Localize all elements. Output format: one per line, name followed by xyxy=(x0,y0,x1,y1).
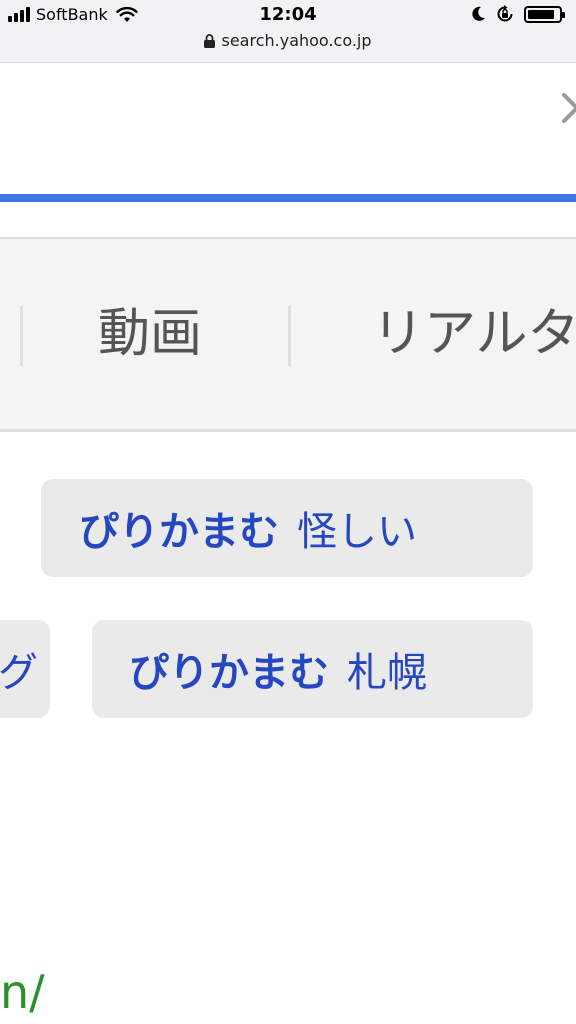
clear-icon[interactable] xyxy=(556,89,576,129)
suggestion-chip[interactable]: ぴりかまむ 怪しい xyxy=(41,479,533,577)
suggestion-chip[interactable]: ぴりかまむ 札幌 xyxy=(92,620,533,718)
tab-video[interactable]: 動画 xyxy=(98,299,202,369)
suggestion-main-text: ぴりかまむ xyxy=(79,509,279,555)
tab-divider xyxy=(288,306,291,366)
rotation-lock-icon xyxy=(497,5,513,22)
page: SoftBank 12:04 search.yahoo.co.jp 動画 リアル… xyxy=(0,0,576,1024)
tab-strip: 動画 リアルタ xyxy=(0,237,576,432)
url-row[interactable]: search.yahoo.co.jp xyxy=(0,31,576,50)
status-bar: SoftBank 12:04 search.yahoo.co.jp xyxy=(0,0,576,63)
suggestion-partial-text: グ xyxy=(0,650,38,696)
suggestion-sub-text: 札幌 xyxy=(347,650,427,696)
suggestion-chip[interactable]: グ xyxy=(0,620,50,718)
battery-level xyxy=(528,9,554,19)
search-input[interactable] xyxy=(0,63,540,195)
search-area xyxy=(0,63,576,195)
tab-divider xyxy=(20,306,23,366)
suggestion-main-text: ぴりかまむ xyxy=(129,650,329,696)
result-url-fragment[interactable]: n/ xyxy=(0,962,45,1022)
suggestion-sub-text: 怪しい xyxy=(297,509,417,555)
url-text: search.yahoo.co.jp xyxy=(221,31,372,50)
status-right xyxy=(472,5,565,23)
moon-icon xyxy=(472,6,485,21)
battery-icon xyxy=(524,5,565,23)
search-focus-line xyxy=(0,194,576,202)
lock-icon xyxy=(204,33,216,48)
tab-realtime[interactable]: リアルタ xyxy=(372,299,576,369)
